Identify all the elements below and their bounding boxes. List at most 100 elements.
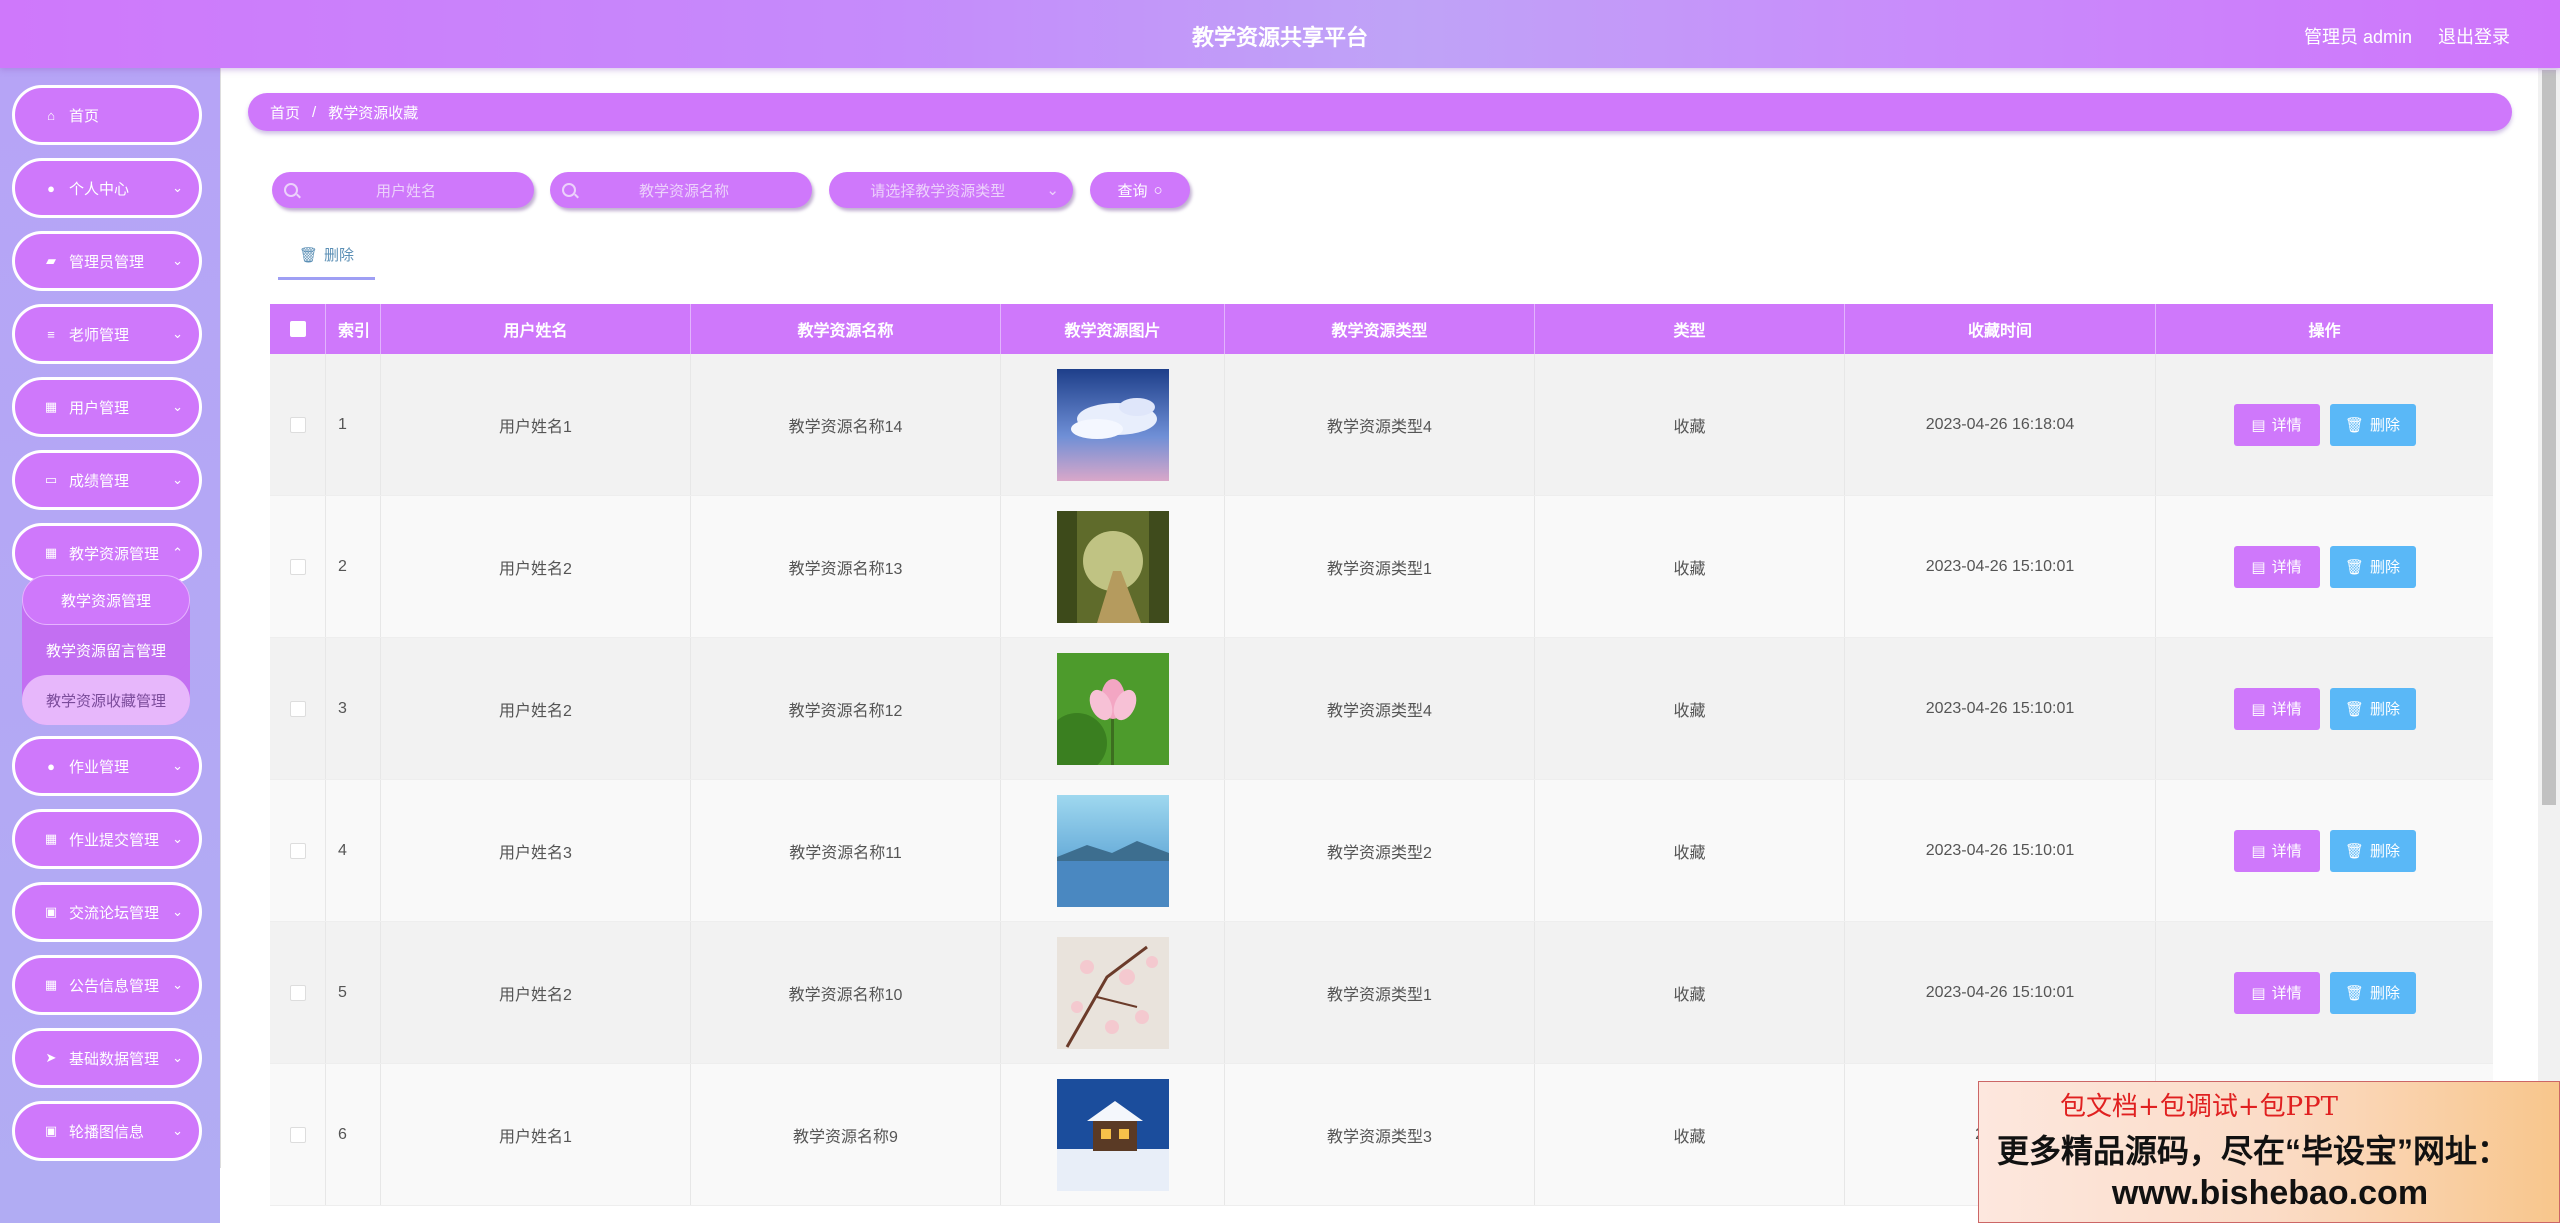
sidebar-item-notices[interactable]: ▦ 公告信息管理 ⌄	[12, 955, 202, 1015]
sidebar-item-label: 作业提交管理	[69, 831, 160, 849]
logout-link[interactable]: 退出登录	[2438, 23, 2510, 49]
ad-banner[interactable]: 包文档+包调试+包PPT 更多精品源码，尽在“毕设宝”网址： www.bishe…	[1978, 1081, 2560, 1223]
delete-button[interactable]: 🗑 删除	[2329, 403, 2416, 446]
row-select-cell	[270, 638, 326, 779]
chevron-up-icon: ⌃	[172, 545, 183, 560]
document-icon: ▤	[2251, 984, 2266, 1002]
search-icon	[284, 183, 298, 197]
cell-index: 1	[326, 354, 381, 495]
row-select-cell	[270, 1064, 326, 1205]
row-checkbox[interactable]	[289, 700, 306, 717]
monitor-icon: ▭	[44, 472, 58, 487]
chevron-down-icon: ⌄	[172, 977, 183, 992]
cell-time: 2023-04-26 15:10:01	[1845, 922, 2156, 1063]
delete-label: 删除	[2370, 701, 2401, 718]
select-placeholder: 请选择教学资源类型	[870, 182, 1006, 200]
cell-actions: ▤ 详情 🗑 删除	[2156, 780, 2493, 921]
chevron-down-icon: ⌄	[172, 758, 183, 773]
table-row: 2 用户姓名2 教学资源名称13 教学资源类型1 收藏 2023-04-26 15:10:…	[270, 496, 2493, 638]
resource-thumbnail[interactable]	[1056, 652, 1169, 765]
chevron-down-icon: ⌄	[172, 180, 183, 195]
cell-actions: ▤ 详情 🗑 删除	[2156, 638, 2493, 779]
cell-resource-name: 教学资源名称12	[691, 638, 1001, 779]
delete-button[interactable]: 🗑 删除	[2329, 687, 2416, 730]
table-header: 索引 用户姓名 教学资源名称 教学资源图片 教学资源类型 类型 收藏时间 操作	[270, 304, 2493, 354]
resource-thumbnail[interactable]	[1056, 510, 1169, 623]
breadcrumb-home[interactable]: 首页	[270, 102, 300, 123]
resource-name-search-input[interactable]: 教学资源名称	[550, 172, 812, 208]
cell-index: 5	[326, 922, 381, 1063]
sidebar-item-carousel[interactable]: ▣ 轮播图信息 ⌄	[12, 1101, 202, 1161]
user-name-search-input[interactable]: 用户姓名	[272, 172, 534, 208]
sidebar-item-label: 作业管理	[69, 758, 130, 776]
detail-button[interactable]: ▤ 详情	[2233, 403, 2320, 446]
row-checkbox[interactable]	[289, 842, 306, 859]
trash-icon: 🗑	[2344, 558, 2365, 576]
document-icon: ▤	[2251, 416, 2266, 434]
resource-thumbnail[interactable]	[1056, 936, 1169, 1049]
resource-thumbnail[interactable]	[1056, 368, 1169, 481]
detail-button[interactable]: ▤ 详情	[2233, 545, 2320, 588]
sidebar-item-grades[interactable]: ▭ 成绩管理 ⌄	[12, 450, 202, 510]
select-all-checkbox[interactable]	[289, 321, 306, 337]
batch-delete-button[interactable]: 🗑 删除	[278, 232, 375, 280]
trash-icon: 🗑	[2344, 842, 2365, 860]
header-index: 索引	[326, 304, 381, 354]
cell-resource-name: 教学资源名称10	[691, 922, 1001, 1063]
folder-icon: ▰	[46, 253, 56, 268]
cell-resource-type: 教学资源类型2	[1225, 780, 1535, 921]
row-checkbox[interactable]	[289, 558, 306, 575]
row-checkbox[interactable]	[289, 416, 306, 433]
sidebar-item-basedata[interactable]: ➤ 基础数据管理 ⌄	[12, 1028, 202, 1088]
submenu-item-resource-manage[interactable]: 教学资源管理	[22, 575, 190, 625]
resource-type-select[interactable]: 请选择教学资源类型 ⌄	[829, 172, 1073, 208]
breadcrumb-current: 教学资源收藏	[328, 104, 419, 122]
resource-thumbnail[interactable]	[1056, 794, 1169, 907]
sidebar-item-users[interactable]: ▦ 用户管理 ⌄	[12, 377, 202, 437]
sidebar-item-admins[interactable]: ▰ 管理员管理 ⌄	[12, 231, 202, 291]
sidebar-item-resources[interactable]: ▦ 教学资源管理 ⌃	[12, 523, 202, 583]
cell-user: 用户姓名1	[381, 354, 691, 495]
resource-thumbnail[interactable]	[1056, 1078, 1169, 1191]
detail-button[interactable]: ▤ 详情	[2233, 971, 2320, 1014]
sidebar-item-teachers[interactable]: ≡ 老师管理 ⌄	[12, 304, 202, 364]
delete-button[interactable]: 🗑 删除	[2329, 829, 2416, 872]
detail-button[interactable]: ▤ 详情	[2233, 687, 2320, 730]
submenu-item-resource-favorites[interactable]: 教学资源收藏管理	[22, 675, 190, 725]
detail-button[interactable]: ▤ 详情	[2233, 829, 2320, 872]
sidebar-item-homework[interactable]: ● 作业管理 ⌄	[12, 736, 202, 796]
cell-resource-type: 教学资源类型1	[1225, 922, 1535, 1063]
input-placeholder: 教学资源名称	[638, 182, 729, 200]
sidebar-item-label: 公告信息管理	[69, 977, 160, 995]
user-icon: ●	[47, 180, 55, 196]
query-button[interactable]: 查询 ○	[1090, 172, 1190, 208]
cell-kind: 收藏	[1535, 354, 1845, 495]
grid-icon: ▦	[44, 831, 58, 846]
user-icon: ●	[47, 758, 55, 774]
sidebar-item-submissions[interactable]: ▦ 作业提交管理 ⌄	[12, 809, 202, 869]
sidebar-item-label: 成绩管理	[69, 472, 130, 490]
trash-icon: 🗑	[2344, 700, 2365, 718]
row-checkbox[interactable]	[289, 1126, 306, 1143]
cell-time: 2023-04-26 15:10:01	[1845, 780, 2156, 921]
cell-user: 用户姓名3	[381, 780, 691, 921]
row-checkbox[interactable]	[289, 984, 306, 1001]
cell-kind: 收藏	[1535, 638, 1845, 779]
delete-button[interactable]: 🗑 删除	[2329, 545, 2416, 588]
cell-kind: 收藏	[1535, 1064, 1845, 1205]
delete-button[interactable]: 🗑 删除	[2329, 971, 2416, 1014]
clipboard-icon: ▣	[44, 904, 58, 919]
sidebar-item-forum[interactable]: ▣ 交流论坛管理 ⌄	[12, 882, 202, 942]
sidebar-item-label: 基础数据管理	[69, 1050, 160, 1068]
detail-label: 详情	[2271, 559, 2302, 576]
cell-resource-type: 教学资源类型1	[1225, 496, 1535, 637]
sidebar-item-profile[interactable]: ● 个人中心 ⌄	[12, 158, 202, 218]
cell-resource-name: 教学资源名称11	[691, 780, 1001, 921]
scrollbar-thumb[interactable]	[2542, 70, 2556, 805]
submenu-item-resource-comments[interactable]: 教学资源留言管理	[22, 625, 190, 675]
sidebar-item-label: 轮播图信息	[69, 1123, 145, 1141]
cell-user: 用户姓名1	[381, 1064, 691, 1205]
cell-resource-type: 教学资源类型3	[1225, 1064, 1535, 1205]
chevron-down-icon: ⌄	[172, 904, 183, 919]
sidebar-item-home[interactable]: ⌂ 首页	[12, 85, 202, 145]
